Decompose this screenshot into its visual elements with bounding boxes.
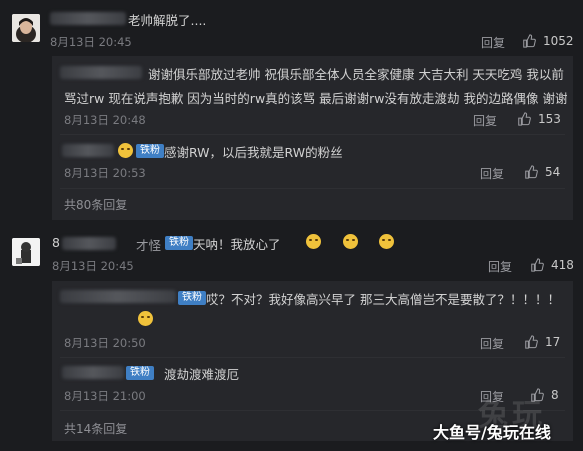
comment-date: 8月13日 20:45 [50, 35, 132, 49]
reply-text: 渡劫渡难渡厄 [164, 367, 240, 382]
reply-text-continued: 骂过rw 现在说声抱歉 因为当时的rw真的该骂 最后谢谢rw没有放走渡劫 我的边… [64, 91, 568, 106]
username-blurred[interactable] [60, 290, 176, 303]
like-button[interactable]: 1052 [522, 34, 574, 48]
like-count: 54 [545, 165, 561, 179]
reply-date: 8月13日 21:00 [64, 389, 146, 403]
username-blurred[interactable] [50, 12, 126, 25]
fan-badge: 铁粉 [136, 144, 164, 158]
username-blurred[interactable] [60, 66, 142, 79]
reply-button[interactable]: 回复 [473, 112, 497, 129]
fan-badge: 铁粉 [126, 366, 154, 380]
like-count: 8 [551, 388, 559, 402]
view-more-replies[interactable]: 共14条回复 [64, 420, 127, 437]
reply-date: 8月13日 20:48 [64, 113, 146, 127]
reply-button[interactable]: 回复 [488, 258, 512, 275]
comment-date: 8月13日 20:45 [52, 259, 134, 273]
username-blurred[interactable] [62, 144, 114, 157]
like-button[interactable]: 54 [524, 165, 560, 179]
thumbs-up-icon [525, 335, 538, 349]
reply-text: 哎？不对？我好像高兴早了 那三大高僧岂不是要散了？！！！！ [206, 292, 560, 307]
emoji-icon [342, 234, 358, 249]
avatar[interactable] [12, 238, 40, 266]
like-count: 17 [545, 335, 561, 349]
username-prefix[interactable]: 8 [52, 235, 60, 250]
comment-text: 老帅解脱了.... [128, 13, 207, 28]
like-button[interactable]: 153 [517, 112, 561, 126]
emoji-icon [305, 234, 321, 249]
avatar[interactable] [12, 14, 40, 42]
reply-date: 8月13日 20:50 [64, 336, 146, 350]
like-count: 1052 [543, 34, 574, 48]
reply-button[interactable]: 回复 [481, 34, 505, 51]
like-button[interactable]: 418 [530, 258, 574, 272]
divider [60, 188, 565, 189]
username-suffix[interactable]: 才怪 [136, 235, 161, 254]
emoji-icon [379, 234, 395, 249]
thumbs-up-icon [531, 258, 544, 272]
reply-button[interactable]: 回复 [480, 165, 504, 182]
comment-text: 天呐！我放心了 [193, 237, 281, 252]
view-more-replies[interactable]: 共80条回复 [64, 196, 127, 213]
reply-text: 谢谢俱乐部放过老帅 祝俱乐部全体人员全家健康 大吉大利 天天吃鸡 我以前 [148, 67, 564, 82]
thumbs-up-icon [523, 34, 536, 48]
watermark-text: 大鱼号/兔玩在线 [433, 423, 551, 442]
like-button[interactable]: 17 [524, 335, 560, 349]
fan-badge: 铁粉 [178, 291, 206, 305]
divider [60, 134, 565, 135]
username-blurred[interactable] [62, 366, 124, 379]
reply-button[interactable]: 回复 [480, 335, 504, 352]
like-count: 418 [551, 258, 574, 272]
fan-badge: 铁粉 [165, 236, 193, 250]
like-count: 153 [538, 112, 561, 126]
thumbs-up-icon [518, 112, 531, 126]
reply-text: 感谢RW，以后我就是RW的粉丝 [164, 145, 343, 160]
reply-date: 8月13日 20:53 [64, 166, 146, 180]
username-blurred[interactable] [62, 237, 116, 250]
thumbs-up-icon [525, 165, 538, 179]
divider [60, 357, 565, 358]
emoji-icon [118, 143, 133, 158]
